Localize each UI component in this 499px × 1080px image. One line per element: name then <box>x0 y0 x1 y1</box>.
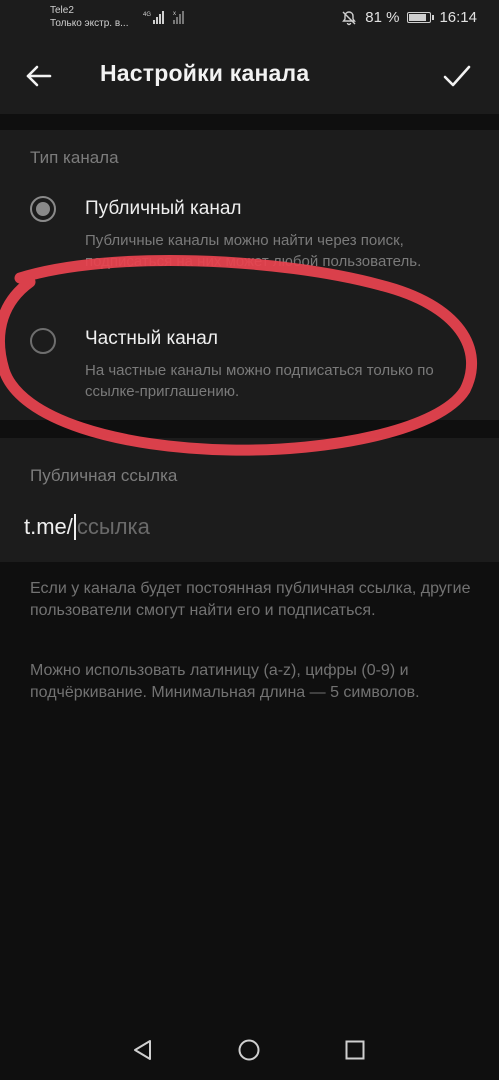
info-paragraph-1: Если у канала будет постоянная публичная… <box>30 580 471 619</box>
back-arrow-icon[interactable] <box>22 58 58 94</box>
public-channel-title: Публичный канал <box>85 198 242 219</box>
carrier-status: Только экстр. в... <box>50 18 129 29</box>
private-channel-description: На частные каналы можно подписаться толь… <box>85 362 434 400</box>
public-channel-description: Публичные каналы можно найти через поиск… <box>85 232 422 270</box>
clock: 16:14 <box>439 9 477 26</box>
private-channel-title: Частный канал <box>85 328 218 349</box>
channel-type-header: Тип канала <box>30 148 119 167</box>
status-bar: Tele2 Только экстр. в... 4G x 81 % 16:14 <box>0 0 499 38</box>
confirm-check-icon[interactable] <box>439 58 475 94</box>
svg-text:x: x <box>173 11 176 17</box>
system-nav-bar <box>0 1020 499 1080</box>
public-link-row: t.me/ <box>24 514 377 540</box>
screen: Tele2 Только экстр. в... 4G x 81 % 16:14… <box>0 0 499 1080</box>
battery-fill <box>409 14 426 21</box>
public-channel-radio[interactable] <box>30 196 56 222</box>
nav-home-icon[interactable] <box>237 1038 261 1062</box>
text-cursor <box>73 514 76 540</box>
svg-text:4G: 4G <box>143 12 151 18</box>
info-paragraph-2: Можно использовать латиницу (a-z), цифры… <box>30 662 420 701</box>
battery-icon <box>407 12 435 23</box>
status-right: 81 % 16:14 <box>341 9 477 26</box>
app-header: Настройки канала <box>0 38 499 114</box>
signal-off-icon: x <box>173 11 184 24</box>
signal-indicators: 4G x <box>143 9 187 25</box>
public-link-section: Публичная ссылка t.me/ <box>0 438 499 562</box>
carrier-name: Tele2 <box>50 5 74 16</box>
bell-off-icon <box>342 10 357 25</box>
option-private-channel[interactable]: Частный канал На частные каналы можно по… <box>0 326 499 416</box>
page-title: Настройки канала <box>100 60 310 86</box>
private-channel-radio[interactable] <box>30 328 56 354</box>
nav-back-icon[interactable] <box>131 1038 155 1062</box>
option-public-channel[interactable]: Публичный канал Публичные каналы можно н… <box>0 192 499 302</box>
link-prefix: t.me/ <box>24 514 73 539</box>
carrier-info: Tele2 Только экстр. в... <box>50 4 128 30</box>
signal-4g-icon: 4G <box>143 11 164 24</box>
public-link-input[interactable] <box>76 514 377 540</box>
nav-recents-icon[interactable] <box>343 1038 367 1062</box>
channel-type-section: Тип канала Публичный канал Публичные кан… <box>0 130 499 420</box>
public-link-header: Публичная ссылка <box>30 466 178 485</box>
battery-percent: 81 % <box>365 9 400 26</box>
